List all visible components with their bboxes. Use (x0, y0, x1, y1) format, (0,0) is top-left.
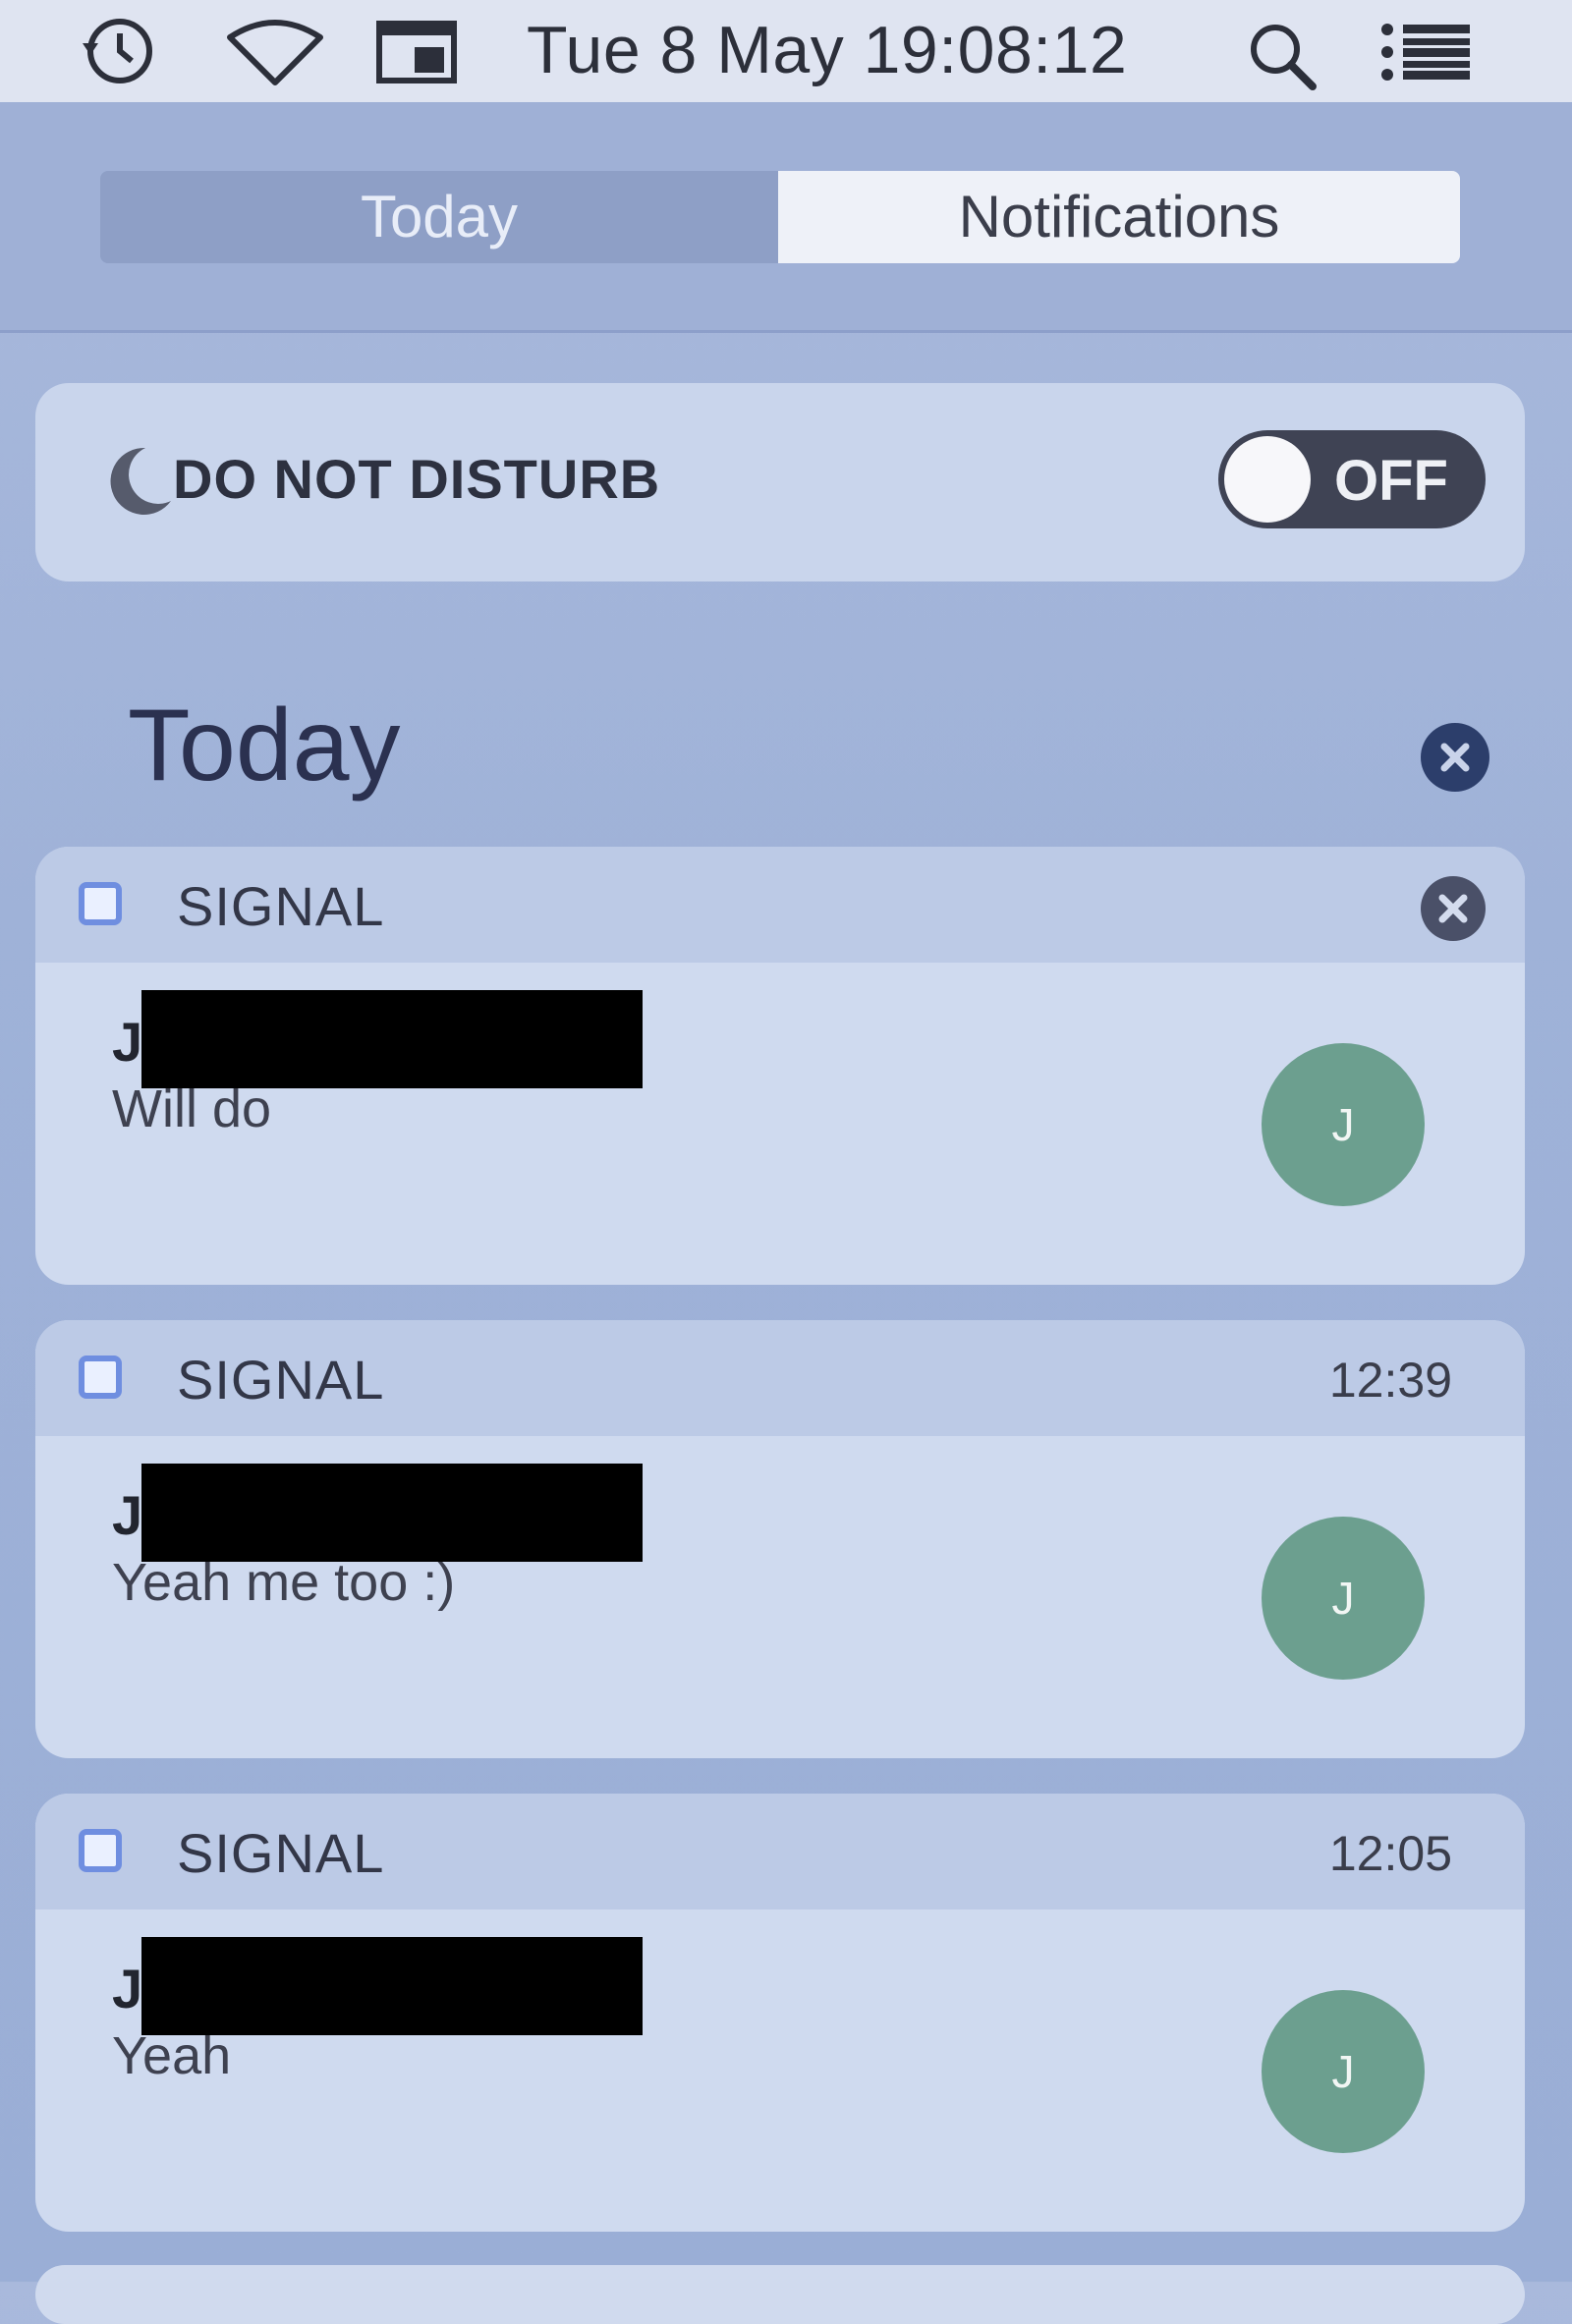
section-title: Today (128, 689, 401, 802)
notification-center-icon[interactable] (1379, 22, 1474, 87)
avatar: J (1262, 1517, 1425, 1680)
message-text: Yeah (112, 2026, 232, 2085)
avatar: J (1262, 1043, 1425, 1206)
dnd-label: DO NOT DISTURB (173, 448, 661, 510)
spotlight-search-icon[interactable] (1246, 20, 1319, 97)
notification-time: 12:05 (1328, 1826, 1452, 1881)
menu-bar: Tue 8 May 19:08:12 (0, 0, 1572, 104)
notification-header: SIGNAL (35, 847, 1525, 963)
avatar: J (1262, 1990, 1425, 2153)
notification-time: 12:39 (1328, 1353, 1452, 1408)
signal-app-icon (79, 1356, 122, 1399)
redaction-box (141, 1464, 643, 1562)
redaction-box (141, 990, 643, 1088)
toggle-state: OFF (1334, 449, 1448, 513)
tab-bar: Today Notifications (0, 102, 1572, 333)
dnd-toggle[interactable]: OFF (1218, 430, 1486, 528)
toggle-knob (1224, 436, 1311, 523)
app-name: SIGNAL (177, 1349, 385, 1411)
tab-today[interactable]: Today (100, 171, 778, 263)
menubar-clock[interactable]: Tue 8 May 19:08:12 (527, 12, 1127, 88)
message-text: Will do (112, 1079, 272, 1138)
app-name: SIGNAL (177, 875, 385, 937)
signal-app-icon (79, 1829, 122, 1872)
notification-card[interactable]: SIGNAL 12:39 J Yeah me too :) J (35, 1320, 1525, 1758)
notification-header: SIGNAL 12:05 (35, 1794, 1525, 1909)
redaction-box (141, 1937, 643, 2035)
notification-card-partial (35, 2265, 1525, 2324)
message-text: Yeah me too :) (112, 1553, 456, 1612)
notification-card[interactable]: SIGNAL 12:05 J Yeah J (35, 1794, 1525, 2232)
time-machine-icon[interactable] (69, 14, 163, 93)
do-not-disturb-panel: DO NOT DISTURB OFF (35, 383, 1525, 581)
app-name: SIGNAL (177, 1822, 385, 1884)
notification-card[interactable]: SIGNAL J Will do J (35, 847, 1525, 1285)
moon-icon (106, 444, 175, 520)
clear-all-icon[interactable] (1421, 723, 1489, 792)
wifi-icon[interactable] (226, 18, 324, 91)
close-notification-icon[interactable] (1421, 876, 1486, 941)
tab-notifications[interactable]: Notifications (778, 171, 1460, 263)
signal-app-icon (79, 882, 122, 925)
keyboard-viewer-icon[interactable] (375, 18, 458, 91)
notification-header: SIGNAL 12:39 (35, 1320, 1525, 1436)
